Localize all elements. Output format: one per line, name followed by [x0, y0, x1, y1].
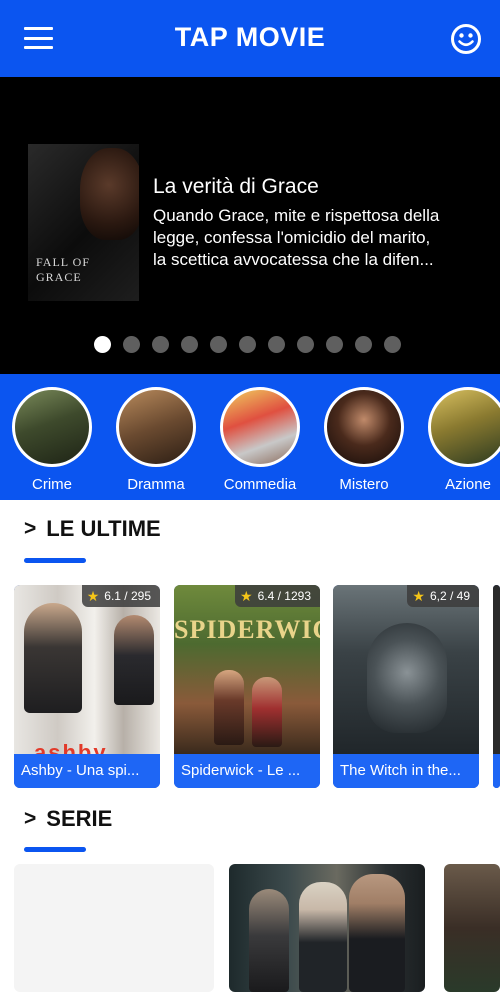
- movie-card-partial[interactable]: [493, 585, 500, 788]
- rating-badge: ★ 6,2 / 49: [407, 585, 479, 607]
- movie-title: Spiderwick - Le ...: [174, 754, 320, 788]
- carousel-dot[interactable]: [268, 336, 285, 353]
- genre-azione[interactable]: Azione: [426, 387, 500, 493]
- carousel-dot[interactable]: [326, 336, 343, 353]
- poster-logo-text: FALL OF GRACE: [36, 255, 91, 284]
- genre-dramma[interactable]: Dramma: [114, 387, 198, 493]
- description-line: legge, confessa l'omicidio del marito,: [153, 228, 431, 247]
- rating-badge: ★ 6.1 / 295: [81, 585, 160, 607]
- carousel-dot[interactable]: [181, 336, 198, 353]
- movie-card[interactable]: ★ 6,2 / 49 The Witch in the...: [333, 585, 479, 788]
- description-line: Quando Grace, mite e rispettosa della: [153, 206, 440, 225]
- movie-title: Ashby - Una spi...: [14, 754, 160, 788]
- genre-crime[interactable]: Crime: [10, 387, 94, 493]
- poster-portrait: [80, 148, 139, 240]
- genre-label: Crime: [32, 476, 72, 493]
- smiley-face-icon[interactable]: [450, 23, 482, 55]
- series-card[interactable]: [14, 864, 214, 992]
- chevron-right-icon: >: [24, 517, 37, 540]
- genre-commedia[interactable]: Commedia: [218, 387, 302, 493]
- movie-poster: ashby: [14, 585, 160, 765]
- carousel-dot[interactable]: [355, 336, 372, 353]
- carousel-dot[interactable]: [152, 336, 169, 353]
- genre-label: Commedia: [223, 476, 297, 493]
- featured-carousel[interactable]: FALL OF GRACE La verità di Grace Quando …: [0, 77, 500, 374]
- app-title: TAP MOVIE: [174, 22, 326, 52]
- star-icon: ★: [240, 588, 253, 604]
- section-title: SERIE: [46, 806, 113, 831]
- featured-description: Quando Grace, mite e rispettosa della le…: [153, 205, 483, 271]
- movie-card[interactable]: ashby ★ 6.1 / 295 Ashby - Una spi...: [14, 585, 160, 788]
- genre-thumbnail: [12, 387, 92, 467]
- carousel-dot[interactable]: [94, 336, 111, 353]
- carousel-dot[interactable]: [123, 336, 140, 353]
- carousel-dot[interactable]: [210, 336, 227, 353]
- section-header-series[interactable]: > SERIE: [24, 806, 112, 832]
- genre-mistero[interactable]: Mistero: [322, 387, 406, 493]
- movie-poster: [493, 585, 500, 754]
- rating-text: 6.1 / 295: [104, 589, 151, 603]
- star-icon: ★: [86, 588, 100, 604]
- genre-thumbnail: [324, 387, 404, 467]
- movie-poster: SPIDERWICK: [174, 585, 320, 754]
- carousel-dot[interactable]: [384, 336, 401, 353]
- chevron-right-icon: >: [24, 807, 37, 830]
- section-underline: [24, 558, 86, 563]
- section-title: LE ULTIME: [46, 516, 161, 541]
- section-header-latest[interactable]: > LE ULTIME: [24, 516, 161, 542]
- genre-thumbnail: [220, 387, 300, 467]
- description-line: la scettica avvocatessa che la difen...: [153, 250, 434, 269]
- rating-badge: ★ 6.4 / 1293: [235, 585, 320, 607]
- genre-strip[interactable]: Crime Dramma Commedia Mistero Azione: [0, 374, 500, 500]
- section-underline: [24, 847, 86, 852]
- rating-text: 6,2 / 49: [429, 589, 470, 603]
- genre-thumbnail: [428, 387, 500, 467]
- series-card-partial[interactable]: [444, 864, 500, 992]
- featured-poster[interactable]: FALL OF GRACE: [28, 144, 139, 301]
- movie-card[interactable]: SPIDERWICK ★ 6.4 / 1293 Spiderwick - Le …: [174, 585, 320, 788]
- genre-thumbnail: [116, 387, 196, 467]
- featured-title[interactable]: La verità di Grace: [153, 175, 319, 199]
- genre-label: Dramma: [127, 476, 185, 493]
- movie-title: The Witch in the...: [333, 754, 479, 788]
- genre-label: Mistero: [339, 476, 389, 493]
- genre-label: Azione: [445, 476, 491, 493]
- rating-text: 6.4 / 1293: [257, 589, 311, 603]
- movie-poster: [333, 585, 479, 754]
- carousel-indicator: [94, 336, 401, 356]
- series-card[interactable]: [229, 864, 425, 992]
- app-bar: TAP MOVIE: [0, 0, 500, 77]
- movie-caption-partial: [493, 754, 500, 788]
- star-icon: ★: [412, 588, 425, 604]
- carousel-dot[interactable]: [239, 336, 256, 353]
- carousel-dot[interactable]: [297, 336, 314, 353]
